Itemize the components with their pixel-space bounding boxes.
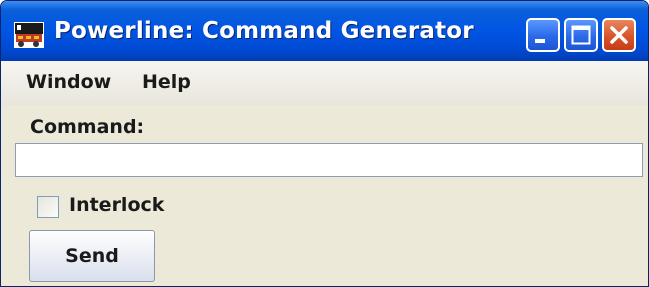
menu-window[interactable]: Window — [26, 71, 111, 93]
window-title: Powerline: Command Generator — [54, 18, 474, 44]
minimize-icon — [535, 39, 545, 43]
menu-help[interactable]: Help — [142, 71, 191, 93]
menu-bar: Window Help — [1, 61, 648, 105]
command-input[interactable] — [15, 143, 643, 177]
close-icon — [610, 26, 628, 44]
train-locomotive-icon — [14, 22, 44, 48]
main-window: Powerline: Command Generator Window Help… — [0, 0, 649, 287]
maximize-icon — [571, 25, 591, 45]
command-label: Command: — [30, 116, 145, 138]
maximize-button[interactable] — [564, 18, 598, 52]
interlock-label[interactable]: Interlock — [69, 194, 164, 216]
send-button[interactable]: Send — [29, 230, 155, 282]
close-button[interactable] — [602, 18, 636, 52]
interlock-checkbox[interactable] — [37, 196, 59, 218]
title-bar[interactable]: Powerline: Command Generator — [1, 1, 648, 61]
minimize-button[interactable] — [526, 18, 560, 52]
